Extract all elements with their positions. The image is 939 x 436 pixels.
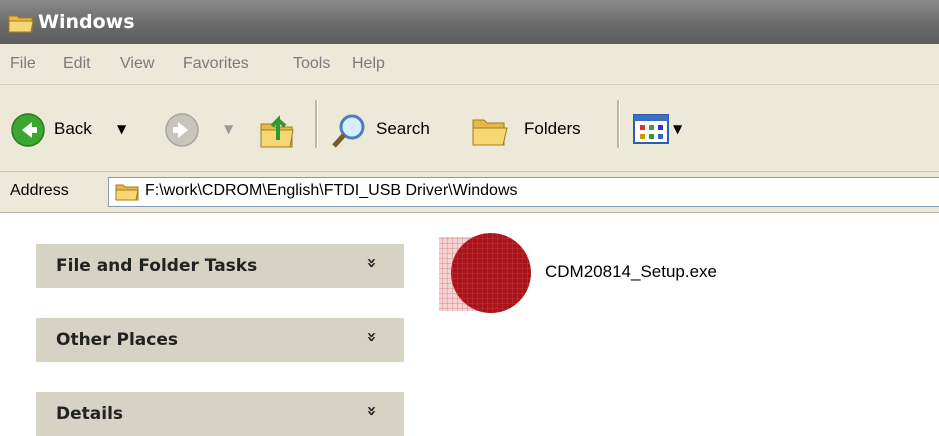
menu-favorites[interactable]: Favorites <box>183 44 249 84</box>
menu-help[interactable]: Help <box>352 44 385 84</box>
address-label: Address <box>10 182 69 199</box>
search-button[interactable]: Search <box>330 110 450 150</box>
folder-icon <box>115 184 139 201</box>
views-icon <box>633 114 669 144</box>
folders-icon <box>472 119 508 146</box>
address-field[interactable]: F:\work\CDROM\English\FTDI_USB Driver\Wi… <box>108 177 939 207</box>
views-dropdown-icon[interactable]: ▼ <box>673 122 682 136</box>
forward-button[interactable]: ▼ <box>164 110 244 150</box>
details-panel[interactable]: Details » <box>36 392 404 436</box>
folder-icon <box>8 15 34 33</box>
menu-edit[interactable]: Edit <box>63 44 91 84</box>
other-places-panel[interactable]: Other Places » <box>36 318 404 362</box>
expand-chevron-icon[interactable]: » <box>361 258 381 269</box>
menu-tools[interactable]: Tools <box>293 44 330 84</box>
menu-view[interactable]: View <box>120 44 154 84</box>
expand-chevron-icon[interactable]: » <box>361 406 381 417</box>
file-and-folder-tasks-panel[interactable]: File and Folder Tasks » <box>36 244 404 288</box>
back-label: Back <box>54 119 92 138</box>
back-arrow-icon <box>11 113 45 147</box>
back-dropdown-icon[interactable]: ▼ <box>117 122 126 136</box>
toolbar-separator <box>315 100 318 148</box>
file-name[interactable]: CDM20814_Setup.exe <box>545 262 717 282</box>
folders-label: Folders <box>524 119 581 138</box>
search-label: Search <box>376 119 430 138</box>
expand-chevron-icon[interactable]: » <box>361 332 381 343</box>
title-bar[interactable]: Windows <box>0 0 939 44</box>
folders-button[interactable]: Folders <box>470 110 600 150</box>
forward-arrow-icon <box>165 113 199 147</box>
back-button[interactable]: Back ▼ <box>10 110 150 150</box>
window-title: Windows <box>38 11 135 33</box>
address-bar: Address F:\work\CDROM\English\FTDI_USB D… <box>0 172 939 213</box>
search-icon <box>332 114 365 148</box>
forward-dropdown-icon[interactable]: ▼ <box>224 122 233 136</box>
address-path: F:\work\CDROM\English\FTDI_USB Driver\Wi… <box>145 182 518 199</box>
menu-file[interactable]: File <box>10 44 36 84</box>
panel-title: File and Folder Tasks <box>56 256 258 276</box>
installer-icon[interactable] <box>437 233 533 315</box>
panel-title: Details <box>56 404 124 424</box>
menu-bar: File Edit View Favorites Tools Help <box>0 44 939 85</box>
up-folder-button[interactable] <box>258 110 298 150</box>
views-button[interactable]: ▼ <box>632 112 692 148</box>
up-folder-icon <box>260 115 294 148</box>
panel-title: Other Places <box>56 330 178 350</box>
toolbar-separator <box>617 100 620 148</box>
